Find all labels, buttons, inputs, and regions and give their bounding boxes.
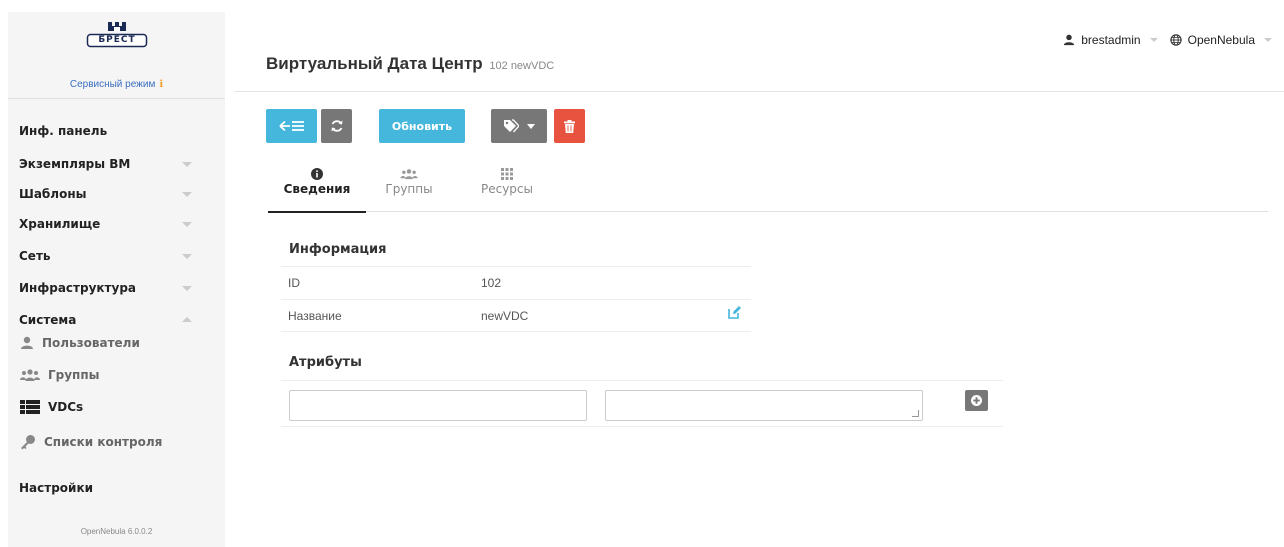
tab-label: Группы — [385, 182, 433, 196]
sidebar-item-label: Пользователи — [42, 336, 140, 350]
sidebar-item-groups[interactable]: Группы — [20, 368, 100, 382]
edit-icon[interactable] — [728, 306, 741, 322]
back-to-list-button[interactable] — [266, 109, 317, 143]
user-menu[interactable]: brestadmin — [1063, 33, 1158, 47]
labels-dropdown-button[interactable] — [491, 109, 547, 143]
sidebar-item-network[interactable]: Сеть — [19, 249, 51, 263]
key-icon — [21, 435, 35, 450]
sidebar-item-storage[interactable]: Хранилище — [19, 217, 100, 231]
user-icon — [21, 336, 33, 349]
logo-area[interactable]: БРЕСТ Сервисный режим ℹ — [8, 12, 225, 91]
info-icon[interactable]: ℹ — [159, 79, 163, 90]
page-subtitle: 102 newVDC — [489, 60, 555, 72]
sidebar-item-templates[interactable]: Шаблоны — [19, 187, 86, 201]
back-list-icon — [278, 120, 304, 132]
attributes-table — [281, 380, 1003, 427]
sidebar-item-infrastructure[interactable]: Инфраструктура — [19, 281, 136, 295]
chevron-down-icon[interactable] — [182, 286, 192, 291]
refresh-button[interactable] — [321, 109, 352, 143]
tab-resources[interactable]: Ресурсы — [474, 160, 540, 212]
tab-bar: Сведения Группы Ресурсы — [268, 160, 1268, 213]
trash-icon — [564, 119, 575, 133]
info-icon — [311, 168, 323, 180]
brest-logo-icon — [86, 22, 148, 48]
sidebar-item-instances[interactable]: Экземпляры ВМ — [19, 157, 130, 171]
chevron-down-icon[interactable] — [182, 192, 192, 197]
add-attribute-button[interactable] — [965, 390, 988, 411]
table-row: Название newVDC — [281, 299, 751, 332]
delete-button[interactable] — [554, 109, 585, 143]
chevron-down-icon[interactable] — [182, 254, 192, 259]
users-icon — [20, 369, 40, 381]
logo-text: БРЕСТ — [98, 35, 136, 45]
sidebar-item-label: Группы — [48, 368, 100, 382]
service-mode-label[interactable]: Сервисный режим ℹ — [8, 79, 225, 90]
tab-label: Ресурсы — [480, 182, 533, 196]
sidebar-divider — [8, 98, 225, 99]
row-key: Название — [288, 309, 342, 323]
chevron-down-icon[interactable] — [182, 162, 192, 167]
sidebar-item-vdcs[interactable]: VDCs — [20, 400, 83, 414]
users-icon — [400, 169, 418, 180]
refresh-icon — [331, 120, 342, 132]
page-title-text: Виртуальный Дата Центр — [266, 54, 483, 73]
zone-name: OpenNebula — [1187, 33, 1255, 47]
tab-label: Сведения — [283, 182, 351, 196]
sidebar-item-settings[interactable]: Настройки — [19, 481, 93, 495]
app-root: БРЕСТ Сервисный режим ℹ Инф. панель Экзем… — [0, 0, 1284, 547]
tab-info[interactable]: Сведения — [268, 160, 366, 213]
plus-circle-icon — [971, 395, 982, 406]
sidebar-item-label: VDCs — [48, 400, 84, 414]
chevron-down-icon — [1264, 38, 1272, 42]
info-section-title: Информация — [289, 242, 387, 257]
globe-icon — [1169, 34, 1182, 46]
attribute-value-textarea[interactable] — [605, 390, 923, 421]
sidebar: БРЕСТ Сервисный режим ℹ Инф. панель Экзем… — [8, 12, 225, 547]
chevron-down-icon[interactable] — [182, 222, 192, 227]
update-button[interactable]: Обновить — [379, 109, 465, 143]
top-right-bar: brestadmin OpenNebula — [1063, 33, 1284, 47]
grid-icon — [501, 168, 513, 180]
attributes-section-title: Атрибуты — [289, 355, 362, 370]
sidebar-item-label: Списки контроля — [44, 435, 163, 449]
row-value: 102 — [481, 276, 502, 290]
user-icon — [1064, 34, 1075, 46]
page-title: Виртуальный Дата Центр 102 newVDC — [266, 54, 554, 74]
version-label: OpenNebula 6.0.0.2 — [80, 527, 153, 536]
chevron-up-icon[interactable] — [182, 317, 192, 322]
sidebar-item-users[interactable]: Пользователи — [20, 336, 140, 350]
header-divider — [234, 91, 1284, 92]
zone-menu[interactable]: OpenNebula — [1169, 33, 1272, 47]
row-value: newVDC — [481, 309, 529, 323]
sidebar-item-acls[interactable]: Списки контроля — [20, 434, 162, 450]
sidebar-item-system[interactable]: Система — [19, 313, 76, 327]
chevron-down-icon — [1149, 38, 1158, 42]
tab-groups[interactable]: Группы — [376, 160, 442, 212]
tags-icon — [504, 119, 519, 133]
table-row: ID 102 — [281, 266, 751, 299]
edit-icon-svg — [728, 306, 741, 319]
user-name: brestadmin — [1081, 33, 1141, 47]
chevron-down-icon — [527, 123, 535, 129]
service-mode-text: Сервисный режим — [69, 79, 156, 90]
th-list-icon — [20, 400, 40, 414]
attribute-key-input[interactable] — [289, 390, 587, 421]
row-key: ID — [288, 276, 300, 290]
sidebar-item-dashboard[interactable]: Инф. панель — [19, 124, 107, 138]
